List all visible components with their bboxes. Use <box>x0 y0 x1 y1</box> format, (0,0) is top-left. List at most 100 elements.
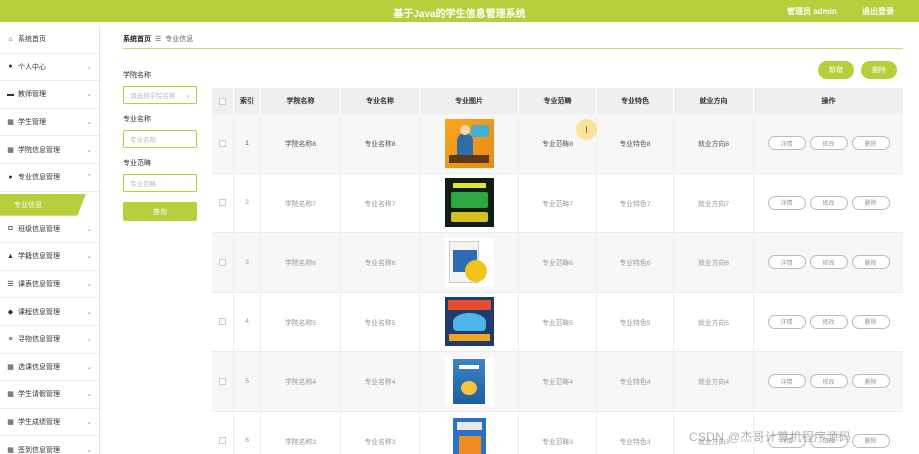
major-label: 专业名称 <box>123 116 151 123</box>
search-button[interactable]: 查询 <box>123 202 197 221</box>
column-header-college: 学院名称 <box>261 88 341 114</box>
filter-panel: 学院名称 请选择学院名称 ⌄ 专业名称 专业名称 专业范畴 专业范畴 查询 <box>123 70 199 221</box>
sidebar-item-label: 课表信息管理 <box>18 281 60 289</box>
delete-button[interactable]: 删除 <box>851 136 890 151</box>
sidebar-item-b-1[interactable]: ▲ 学籍信息管理 ⌄ <box>0 243 99 271</box>
major-input[interactable]: 专业名称 <box>123 130 197 148</box>
cover-shape <box>456 422 482 431</box>
grid-icon: ▦ <box>7 119 14 127</box>
row-checkbox[interactable] <box>219 258 226 266</box>
cell-career: 就业方向8 <box>674 114 754 173</box>
row-checkbox[interactable] <box>219 437 226 445</box>
detail-button[interactable]: 详情 <box>767 195 806 210</box>
delete-button[interactable]: 删除 <box>851 195 890 210</box>
sidebar-item-b-4[interactable]: ≡ 寻物信息管理 ⌄ <box>0 326 99 354</box>
delete-button[interactable]: 删除 <box>851 314 890 329</box>
sidebar-item-a-1[interactable]: ● 个人中心 ⌄ <box>0 54 99 82</box>
chevron-down-icon: ⌄ <box>86 281 92 289</box>
text-cursor-icon: I <box>576 119 597 140</box>
column-header-index: 索引 <box>234 88 261 114</box>
breadcrumb-home[interactable]: 系统首页 <box>123 36 151 43</box>
major-input-placeholder: 专业名称 <box>130 137 156 144</box>
college-label: 学院名称 <box>123 72 151 79</box>
chevron-down-icon: ⌄ <box>86 446 92 454</box>
edit-button[interactable]: 修改 <box>809 195 848 210</box>
cell-career: 就业方向6 <box>674 233 754 292</box>
sidebar-item-label: 课程信息管理 <box>18 308 60 316</box>
sidebar-item-a-4[interactable]: ▦ 学院信息管理 ⌄ <box>0 136 99 164</box>
sidebar-item-b-5[interactable]: ▦ 选课信息管理 ⌄ <box>0 354 99 382</box>
grid-icon: ▦ <box>7 419 14 427</box>
cell-scope: 专业范畴4 <box>519 352 597 411</box>
cover-shape <box>456 132 473 155</box>
scope-input[interactable]: 专业范畴 <box>123 174 197 192</box>
sidebar-item-b-2[interactable]: ☰ 课表信息管理 ⌄ <box>0 271 99 299</box>
delete-button[interactable]: 删除 <box>851 255 890 270</box>
sidebar-item-b-0[interactable]: ◘ 班级信息管理 ⌄ <box>0 216 99 244</box>
thumb-icon: ◆ <box>7 308 14 316</box>
sidebar-item-label: 专业信息管理 <box>18 174 60 182</box>
major-table: 索引 学院名称 专业名称 专业图片 专业范畴 专业特色 就业方向 操作 1 学院名… <box>212 88 903 454</box>
teacher-icon: ▬ <box>7 90 14 98</box>
scope-label: 专业范畴 <box>123 160 151 167</box>
cover-green-book[interactable] <box>444 178 494 228</box>
sidebar-item-label: 学院信息管理 <box>18 146 60 154</box>
cell-major: 专业名称8 <box>341 114 420 173</box>
cell-image <box>420 292 519 351</box>
row-checkbox[interactable] <box>219 199 226 207</box>
column-header-feature: 专业特色 <box>597 88 674 114</box>
sidebar-item-label: 选课信息管理 <box>18 363 60 371</box>
sidebar-item-a-5[interactable]: ● 专业信息管理 ⌃ <box>0 164 99 192</box>
cell-college: 学院名称8 <box>261 114 341 173</box>
edit-button[interactable]: 修改 <box>809 314 848 329</box>
row-checkbox[interactable] <box>219 139 226 147</box>
add-button[interactable]: 新增 <box>818 61 854 79</box>
column-header-major: 专业名称 <box>341 88 420 114</box>
sidebar-item-a-2[interactable]: ▬ 教师管理 ⌄ <box>0 81 99 109</box>
grid-icon: ▦ <box>7 391 14 399</box>
detail-button[interactable]: 详情 <box>767 314 806 329</box>
edit-button[interactable]: 修改 <box>809 136 848 151</box>
chevron-down-icon: ⌄ <box>86 308 92 316</box>
college-select[interactable]: 请选择学院名称 ⌄ <box>123 86 197 104</box>
delete-button[interactable]: 删除 <box>851 433 890 448</box>
sidebar-subitem-major-info[interactable]: 专业信息 <box>0 193 86 216</box>
cover-python-book[interactable] <box>444 237 494 287</box>
detail-button[interactable]: 详情 <box>767 374 806 389</box>
sidebar-item-b-8[interactable]: ▦ 签到信息管理 ⌄ <box>0 436 99 454</box>
detail-button[interactable]: 详情 <box>767 255 806 270</box>
sidebar-item-a-3[interactable]: ▦ 学生管理 ⌄ <box>0 109 99 137</box>
cover-python-light-book[interactable] <box>444 356 494 406</box>
sidebar-item-b-3[interactable]: ◆ 课程信息管理 ⌄ <box>0 298 99 326</box>
cell-major: 专业名称4 <box>341 352 420 411</box>
detail-button[interactable]: 详情 <box>767 136 806 151</box>
select-all-checkbox[interactable] <box>219 97 226 105</box>
sidebar-item-a-0[interactable]: ⌂ 系统首页 <box>0 26 99 54</box>
cover-programming-book[interactable] <box>444 118 494 168</box>
sidebar-item-label: 学籍信息管理 <box>18 253 60 261</box>
cell-career: 就业方向4 <box>674 352 754 411</box>
cover-tech-book[interactable] <box>444 416 494 454</box>
sidebar-item-label: 学生请假管理 <box>18 391 60 399</box>
sidebar-item-b-6[interactable]: ▦ 学生请假管理 ⌄ <box>0 381 99 409</box>
cover-blue-book[interactable] <box>444 297 494 347</box>
cell-career: 就业方向5 <box>674 292 754 351</box>
sliders-icon: ☰ <box>7 281 14 289</box>
cell-scope: 专业范畴7 <box>519 173 597 232</box>
batch-delete-button[interactable]: 删除 <box>861 61 897 79</box>
cell-feature: 专业特色4 <box>597 352 674 411</box>
cell-image <box>420 233 519 292</box>
edit-button[interactable]: 修改 <box>809 374 848 389</box>
edit-button[interactable]: 修改 <box>809 255 848 270</box>
cell-image <box>420 173 519 232</box>
row-checkbox[interactable] <box>219 377 226 385</box>
cover-shape <box>452 183 486 189</box>
table-row: 2 学院名称7 专业名称7 专业范畴7 专业特色7 就业方向7 详情 修改 删除 <box>212 173 903 233</box>
cover-shape <box>458 364 479 369</box>
logout-link[interactable]: 退出登录 <box>862 6 894 17</box>
chevron-down-icon: ⌄ <box>185 92 191 99</box>
delete-button[interactable]: 删除 <box>851 374 890 389</box>
sidebar-item-b-7[interactable]: ▦ 学生成绩管理 ⌄ <box>0 409 99 437</box>
cell-actions: 详情 修改 删除 <box>754 352 903 411</box>
row-checkbox[interactable] <box>219 318 226 326</box>
